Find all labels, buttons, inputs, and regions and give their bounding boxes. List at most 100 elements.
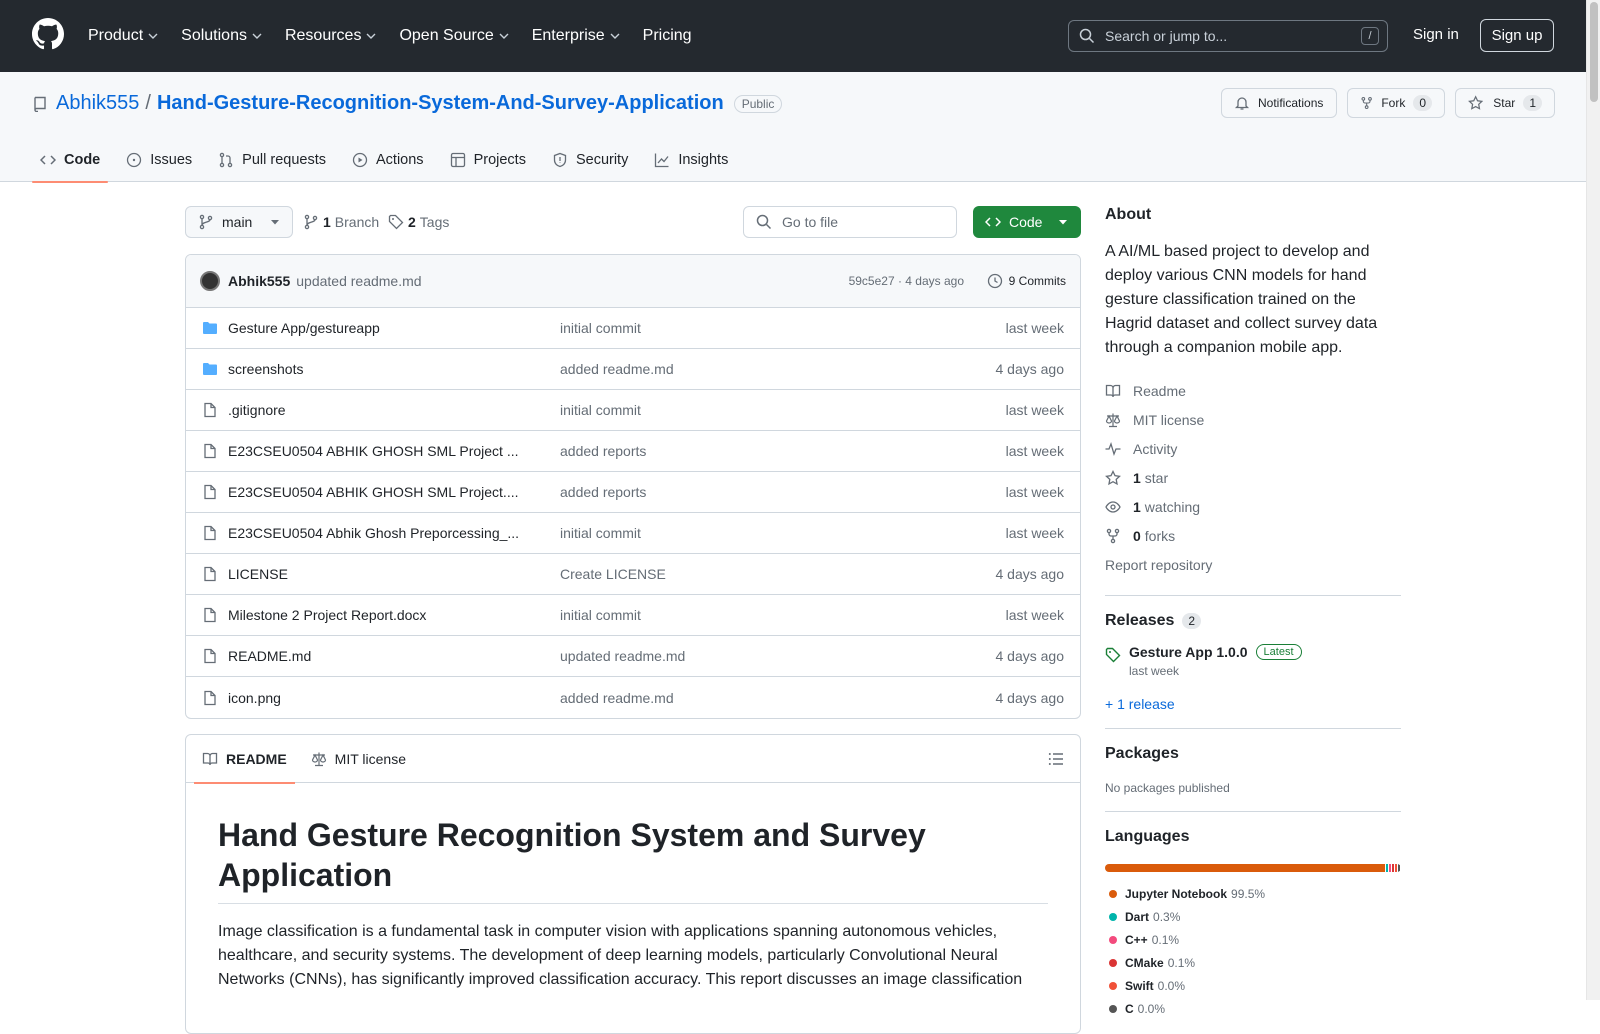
list-icon[interactable]: [1048, 751, 1064, 767]
tab-license[interactable]: MIT license: [303, 735, 414, 783]
release-item[interactable]: Gesture App 1.0.0 Latest last week: [1105, 644, 1401, 678]
language-item[interactable]: Jupyter Notebook 99.5%: [1105, 882, 1290, 905]
star-button[interactable]: Star 1: [1455, 88, 1555, 118]
tab-readme[interactable]: README: [194, 735, 295, 784]
language-item[interactable]: CMake 0.1%: [1105, 951, 1205, 974]
table-row[interactable]: screenshots added readme.md 4 days ago: [186, 349, 1080, 390]
branch-selector[interactable]: main: [185, 206, 294, 238]
nav-solutions[interactable]: Solutions: [181, 27, 263, 45]
language-item[interactable]: C++ 0.1%: [1105, 928, 1290, 951]
table-row[interactable]: Gesture App/gestureapp initial commit last…: [186, 308, 1080, 349]
commit-message[interactable]: updated readme.md: [296, 273, 421, 289]
stars-link[interactable]: 1 star: [1105, 463, 1401, 492]
language-percent: 0.1%: [1151, 932, 1180, 947]
law-icon: [1105, 413, 1121, 427]
notifications-button[interactable]: Notifications: [1221, 88, 1337, 118]
file-name[interactable]: LICENSE: [228, 566, 528, 582]
file-name[interactable]: E23CSEU0504 Abhik Ghosh Preporcessing_..…: [228, 525, 528, 541]
file-name[interactable]: Milestone 2 Project Report.docx: [228, 607, 528, 623]
tab-actions[interactable]: Actions: [344, 138, 432, 182]
file-name[interactable]: README.md: [228, 648, 528, 664]
table-row[interactable]: README.md updated readme.md 4 days ago: [186, 636, 1080, 677]
commits-link[interactable]: 9 Commits: [987, 273, 1066, 289]
file-commit-message[interactable]: added readme.md: [560, 690, 674, 706]
commit-sha[interactable]: 59c5e27 · 4 days ago: [849, 274, 964, 288]
file-commit-message[interactable]: updated readme.md: [560, 648, 685, 664]
watching-link[interactable]: 1 watching: [1105, 492, 1401, 521]
branches-link[interactable]: 1 Branch: [303, 214, 379, 230]
language-item[interactable]: Swift 0.0%: [1105, 974, 1290, 997]
language-item[interactable]: Dart 0.3%: [1105, 905, 1205, 928]
go-to-file-input[interactable]: Go to file: [743, 206, 957, 238]
notifications-label: Notifications: [1258, 96, 1324, 110]
file-commit-message[interactable]: initial commit: [560, 402, 641, 418]
file-commit-message[interactable]: added reports: [560, 484, 646, 500]
releases-header[interactable]: Releases 2: [1105, 612, 1401, 630]
report-repository-link[interactable]: Report repository: [1105, 550, 1401, 579]
tab-projects[interactable]: Projects: [442, 138, 534, 182]
avatar[interactable]: [200, 271, 220, 291]
search-input[interactable]: Search or jump to... /: [1068, 20, 1388, 52]
table-row[interactable]: E23CSEU0504 Abhik Ghosh Preporcessing_..…: [186, 513, 1080, 554]
sign-in-link[interactable]: Sign in: [1413, 26, 1459, 43]
license-link[interactable]: MIT license: [1105, 405, 1401, 434]
file-commit-message[interactable]: initial commit: [560, 525, 641, 541]
nav-pricing[interactable]: Pricing: [643, 27, 692, 45]
file-commit-message[interactable]: added readme.md: [560, 361, 674, 377]
tab-insights[interactable]: Insights: [646, 138, 736, 182]
table-icon: [450, 152, 465, 168]
commit-author[interactable]: Abhik555: [228, 273, 290, 289]
nav-open-source[interactable]: Open Source: [399, 27, 509, 45]
nav-product[interactable]: Product: [88, 27, 159, 45]
tags-link[interactable]: 2 Tags: [388, 214, 449, 230]
packages-heading[interactable]: Packages: [1105, 745, 1401, 763]
pulse-icon: [1105, 441, 1121, 456]
forks-link[interactable]: 0 forks: [1105, 521, 1401, 550]
language-dot: [1109, 935, 1117, 944]
fork-button[interactable]: Fork 0: [1347, 88, 1445, 118]
language-dot: [1109, 958, 1117, 967]
table-row[interactable]: E23CSEU0504 ABHIK GHOSH SML Project.... a…: [186, 472, 1080, 513]
file-commit-message[interactable]: initial commit: [560, 320, 641, 336]
readme-link[interactable]: Readme: [1105, 376, 1401, 405]
language-item[interactable]: C 0.0%: [1105, 997, 1205, 1020]
tab-pull-requests[interactable]: Pull requests: [210, 138, 334, 182]
file-commit-message[interactable]: added reports: [560, 443, 646, 459]
file-name[interactable]: E23CSEU0504 ABHIK GHOSH SML Project....: [228, 484, 528, 500]
file-name[interactable]: E23CSEU0504 ABHIK GHOSH SML Project ...: [228, 443, 528, 459]
repo-name-link[interactable]: Hand-Gesture-Recognition-System-And-Surv…: [157, 92, 724, 115]
activity-link[interactable]: Activity: [1105, 434, 1401, 463]
code-dropdown-button[interactable]: Code: [973, 206, 1081, 238]
table-row[interactable]: icon.png added readme.md 4 days ago: [186, 677, 1080, 718]
sign-up-button[interactable]: Sign up: [1480, 19, 1554, 52]
tab-security[interactable]: Security: [544, 138, 636, 182]
file-commit-message[interactable]: initial commit: [560, 607, 641, 623]
scrollbar-thumb[interactable]: [1590, 2, 1598, 102]
file-name[interactable]: screenshots: [228, 361, 528, 377]
file-name[interactable]: .gitignore: [228, 402, 528, 418]
file-name[interactable]: Gesture App/gestureapp: [228, 320, 528, 336]
readme-paragraph: Image classification is a fundamental ta…: [218, 923, 1023, 988]
tag-count: 2: [408, 214, 416, 230]
table-row[interactable]: .gitignore initial commit last week: [186, 390, 1080, 431]
code-button-label: Code: [1009, 214, 1043, 230]
language-percent: 99.5%: [1231, 886, 1266, 901]
chevron-down-icon: [148, 33, 158, 39]
tab-code[interactable]: Code: [32, 138, 109, 183]
nav-resources[interactable]: Resources: [285, 27, 377, 45]
github-logo-icon[interactable]: [32, 18, 64, 50]
more-releases-link[interactable]: + 1 release: [1105, 696, 1401, 712]
repo-owner-link[interactable]: Abhik555: [56, 92, 139, 115]
file-icon: [204, 484, 216, 500]
page-scrollbar[interactable]: [1586, 0, 1600, 1000]
table-row[interactable]: LICENSE Create LICENSE 4 days ago: [186, 554, 1080, 595]
divider: [1105, 728, 1401, 729]
file-commit-message[interactable]: Create LICENSE: [560, 566, 666, 582]
file-name[interactable]: icon.png: [228, 690, 528, 706]
nav-enterprise[interactable]: Enterprise: [532, 27, 621, 45]
table-row[interactable]: Milestone 2 Project Report.docx initial c…: [186, 595, 1080, 636]
table-row[interactable]: E23CSEU0504 ABHIK GHOSH SML Project ... a…: [186, 431, 1080, 472]
tab-issues[interactable]: Issues: [118, 138, 200, 182]
fork-count: 0: [1413, 95, 1432, 111]
book-icon: [1105, 384, 1121, 397]
